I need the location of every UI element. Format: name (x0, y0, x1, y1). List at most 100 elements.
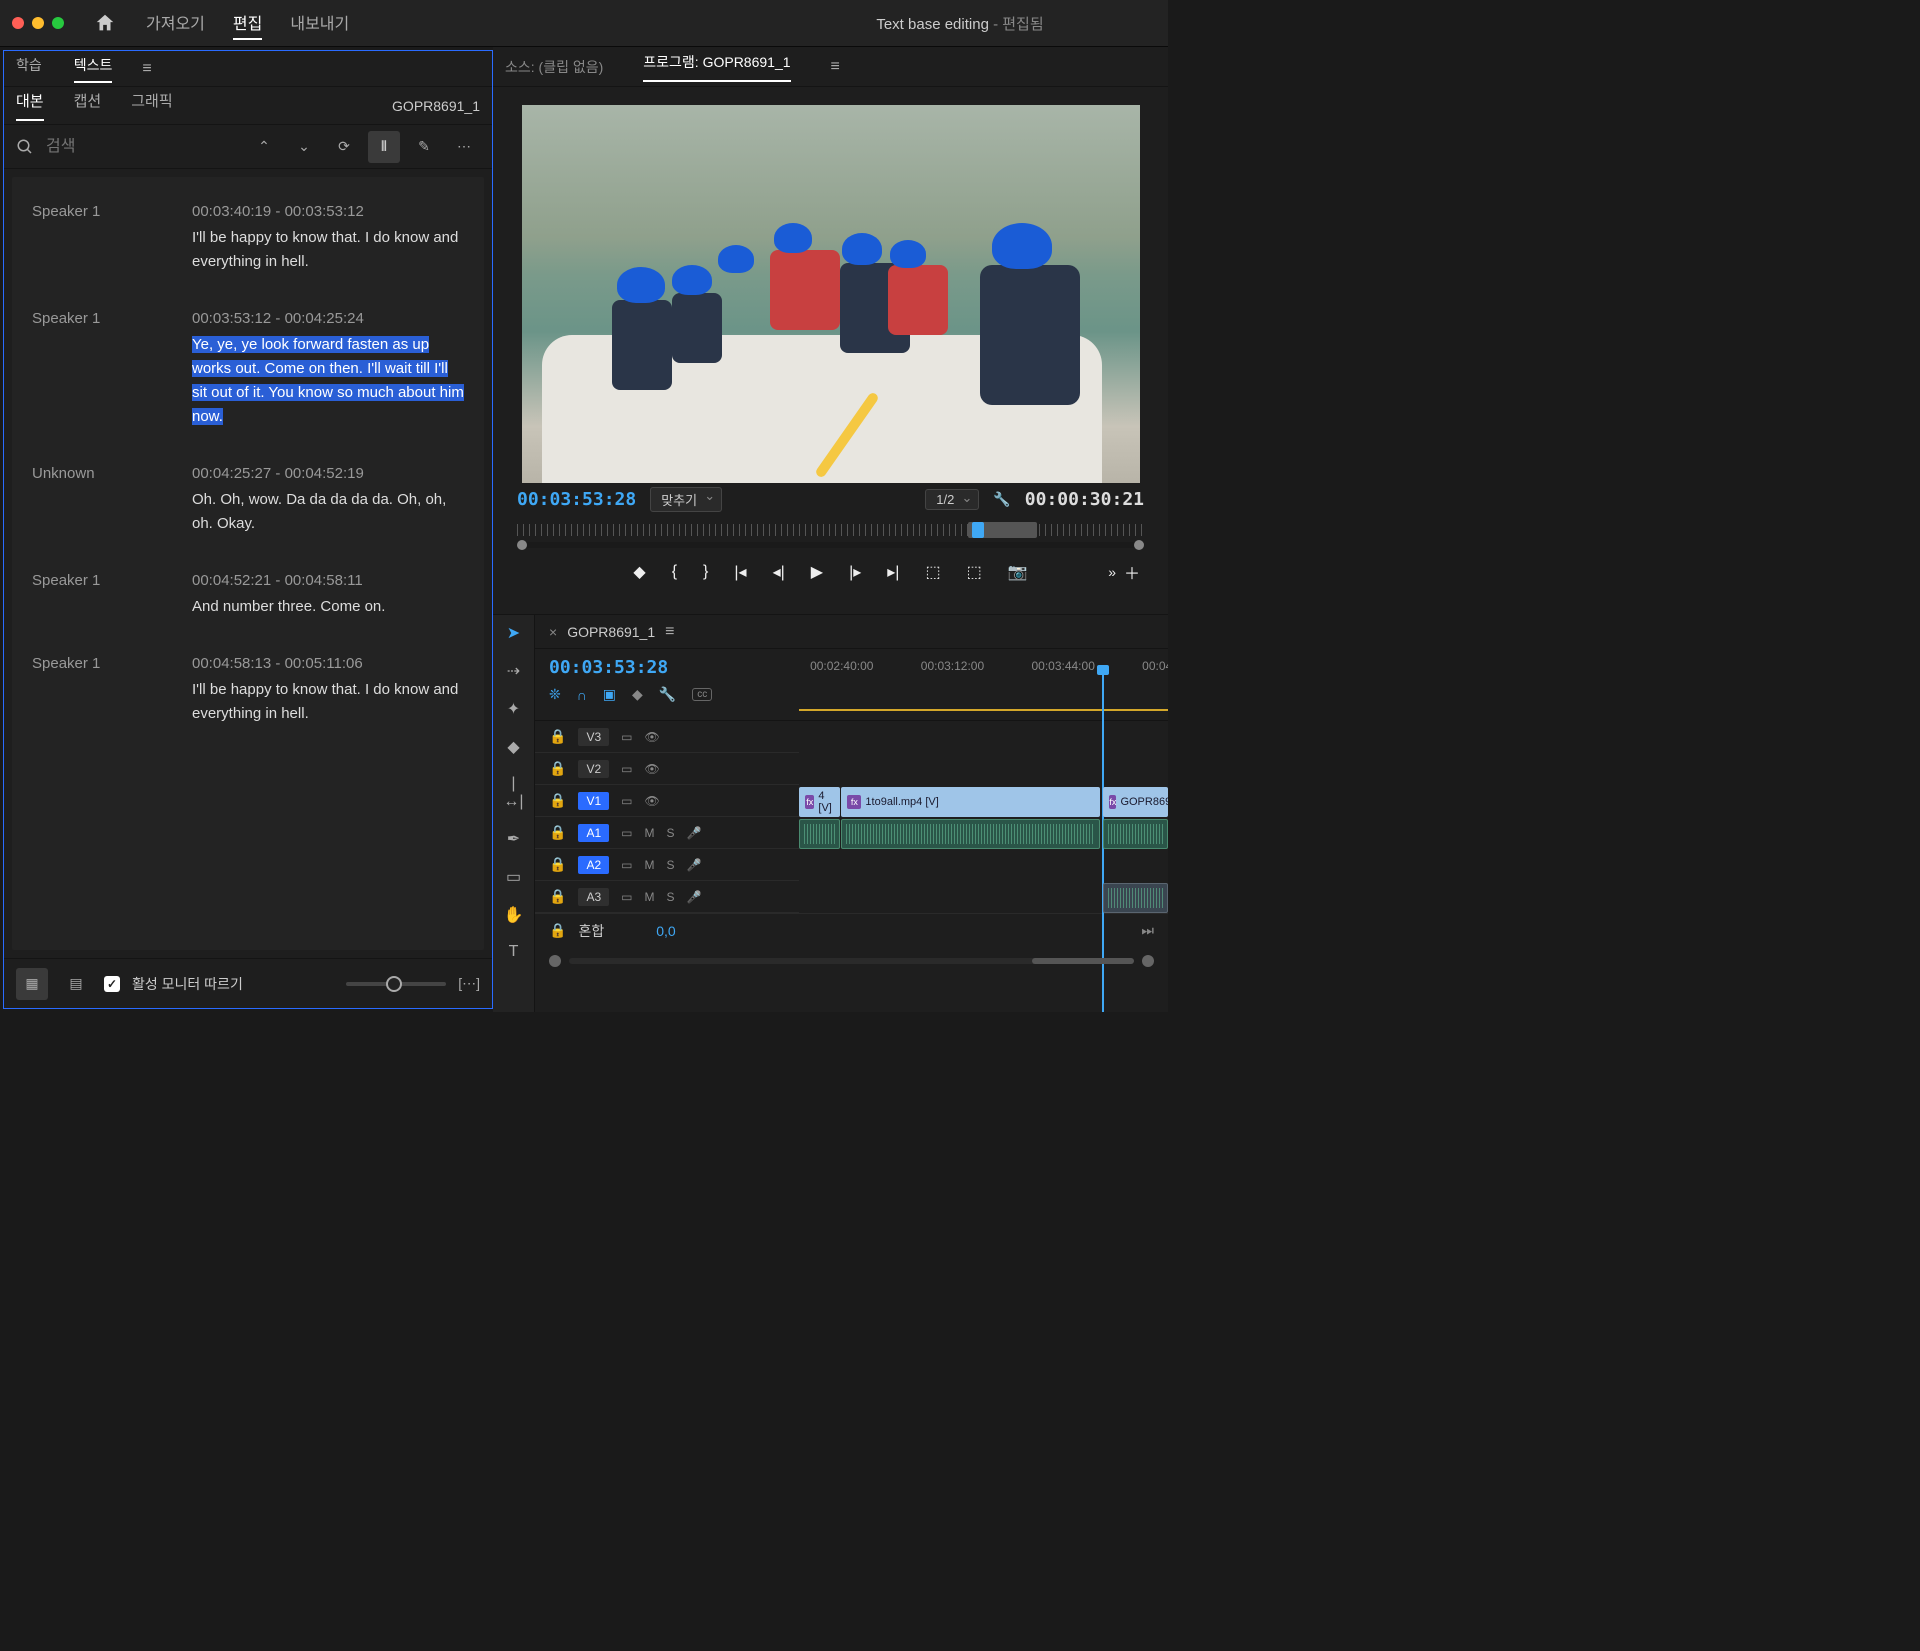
timeline-menu-icon[interactable]: ≡ (665, 623, 674, 641)
settings-icon[interactable]: 🔧 (993, 491, 1010, 508)
pause-words-icon[interactable]: ⦀ (368, 131, 400, 163)
rectangle-tool-icon[interactable]: ▭ (502, 867, 526, 887)
sequence-name[interactable]: GOPR8691_1 (567, 624, 655, 640)
speaker-label[interactable]: Speaker 1 (32, 572, 172, 619)
current-timecode[interactable]: 00:03:53:28 (517, 489, 636, 510)
solo-icon[interactable]: S (666, 890, 674, 904)
more-icon[interactable]: ⋯ (448, 131, 480, 163)
settings-tl-icon[interactable]: 🔧 (659, 686, 676, 703)
monitor-scrubber[interactable] (517, 520, 1144, 548)
video-clip[interactable]: fx1to9all.mp4 [V] (841, 787, 1099, 817)
sync-lock-icon[interactable]: ▭ (621, 826, 632, 840)
marker-tl-icon[interactable]: ◆ (632, 686, 643, 703)
speaker-label[interactable]: Unknown (32, 465, 172, 536)
program-monitor-tab[interactable]: 프로그램: GOPR8691_1 (643, 52, 790, 82)
sync-lock-icon[interactable]: ▭ (621, 794, 632, 808)
minimize-window-button[interactable] (32, 17, 44, 29)
go-to-out-icon[interactable]: ▸| (887, 562, 899, 582)
transcript-entry[interactable]: Unknown 00:04:25:27 - 00:04:52:19 Oh. Oh… (12, 447, 484, 554)
panel-tab-learn[interactable]: 학습 (16, 55, 42, 83)
view-mode-1-icon[interactable]: ▦ (16, 968, 48, 1000)
maximize-window-button[interactable] (52, 17, 64, 29)
button-editor-icon[interactable]: » (1108, 564, 1116, 580)
lock-icon[interactable]: 🔒 (549, 856, 566, 873)
razor-tool-icon[interactable]: ◆ (502, 737, 526, 757)
transcript-text[interactable]: Oh. Oh, wow. Da da da da da. Oh, oh, oh.… (192, 488, 464, 536)
transcript-entry[interactable]: Speaker 1 00:03:53:12 - 00:04:25:24 Ye, … (12, 292, 484, 447)
subtab-caption[interactable]: 캡션 (74, 90, 102, 121)
lock-icon[interactable]: 🔒 (549, 792, 566, 809)
lock-icon[interactable]: 🔒 (549, 760, 566, 777)
footer-options-icon[interactable]: [⋯] (458, 975, 480, 992)
edit-icon[interactable]: ✎ (408, 131, 440, 163)
export-frame-icon[interactable]: 📷 (1008, 562, 1028, 582)
voiceover-icon[interactable]: 🎤 (686, 826, 701, 840)
sync-lock-icon[interactable]: ▭ (621, 762, 632, 776)
speaker-label[interactable]: Speaker 1 (32, 310, 172, 429)
fit-dropdown[interactable]: 맞추기 (650, 487, 722, 512)
video-clip[interactable]: fxGOPR8691_ (1103, 787, 1168, 817)
marker-icon[interactable]: ◆ (633, 562, 645, 582)
ripple-tool-icon[interactable]: ✦ (502, 699, 526, 719)
track-toggle[interactable]: V3 (578, 728, 609, 746)
track-toggle[interactable]: A3 (578, 888, 609, 906)
play-icon[interactable]: ▶ (811, 562, 823, 582)
refresh-icon[interactable]: ⟳ (328, 131, 360, 163)
timeline-timecode[interactable]: 00:03:53:28 (549, 657, 785, 678)
lift-icon[interactable]: ⬚ (925, 562, 940, 582)
snap-icon[interactable]: ❊ (549, 686, 561, 703)
type-tool-icon[interactable]: T (502, 943, 526, 961)
transcript-entry[interactable]: Speaker 1 00:04:52:21 - 00:04:58:11 And … (12, 554, 484, 637)
follow-monitor-checkbox[interactable]: ✓ (104, 976, 120, 992)
tab-import[interactable]: 가져오기 (146, 6, 205, 40)
transcript-timecode[interactable]: 00:03:53:12 - 00:04:25:24 (192, 310, 464, 327)
track-toggle[interactable]: V1 (578, 792, 609, 810)
track-content[interactable]: fx4 [V] fx1to9all.mp4 [V] fxGOPR8691_ (799, 721, 1168, 913)
hand-tool-icon[interactable]: ✋ (502, 905, 526, 925)
speaker-label[interactable]: Speaker 1 (32, 203, 172, 274)
audio-clip[interactable] (841, 819, 1099, 849)
visibility-icon[interactable]: 👁 (644, 730, 659, 744)
speaker-label[interactable]: Speaker 1 (32, 655, 172, 726)
audio-clip[interactable] (1103, 819, 1168, 849)
transcript-entry[interactable]: Speaker 1 00:04:58:13 - 00:05:11:06 I'll… (12, 637, 484, 744)
timeline-ruler[interactable]: 00:02:40:0000:03:12:0000:03:44:0000:04:1… (799, 649, 1168, 720)
track-select-tool-icon[interactable]: ⇢ (502, 661, 526, 681)
panel-tab-text[interactable]: 텍스트 (74, 55, 113, 83)
transcript-text[interactable]: And number three. Come on. (192, 595, 464, 619)
audio-clip[interactable] (799, 819, 840, 849)
subtab-transcript[interactable]: 대본 (16, 90, 44, 121)
slip-tool-icon[interactable]: |↔| (502, 775, 526, 811)
transcript-timecode[interactable]: 00:03:40:19 - 00:03:53:12 (192, 203, 464, 220)
home-icon[interactable] (94, 12, 116, 34)
transcript-entry[interactable]: Speaker 1 00:03:40:19 - 00:03:53:12 I'll… (12, 185, 484, 292)
mix-value[interactable]: 0,0 (656, 923, 675, 939)
step-back-icon[interactable]: ◂| (773, 562, 785, 582)
mix-lock-icon[interactable]: 🔒 (549, 922, 566, 939)
close-window-button[interactable] (12, 17, 24, 29)
search-icon[interactable] (16, 138, 34, 156)
track-toggle[interactable]: V2 (578, 760, 609, 778)
cc-icon[interactable]: cc (692, 688, 712, 701)
go-to-in-icon[interactable]: |◂ (734, 562, 746, 582)
transcript-timecode[interactable]: 00:04:25:27 - 00:04:52:19 (192, 465, 464, 482)
step-forward-icon[interactable]: |▸ (849, 562, 861, 582)
video-clip[interactable]: fx4 [V] (799, 787, 840, 817)
next-result-icon[interactable]: ⌄ (288, 131, 320, 163)
lock-icon[interactable]: 🔒 (549, 728, 566, 745)
transcript-timecode[interactable]: 00:04:58:13 - 00:05:11:06 (192, 655, 464, 672)
sync-lock-icon[interactable]: ▭ (621, 730, 632, 744)
tab-export[interactable]: 내보내기 (290, 6, 349, 40)
monitor-menu-icon[interactable]: ≡ (831, 58, 840, 76)
track-toggle[interactable]: A1 (578, 824, 609, 842)
sync-lock-icon[interactable]: ▭ (621, 858, 632, 872)
prev-result-icon[interactable]: ⌃ (248, 131, 280, 163)
mute-icon[interactable]: M (644, 826, 654, 840)
transcript-text[interactable]: I'll be happy to know that. I do know an… (192, 678, 464, 726)
panel-menu-icon[interactable]: ≡ (142, 60, 151, 78)
timeline-scrollbar[interactable] (535, 951, 1168, 971)
track-toggle[interactable]: A2 (578, 856, 609, 874)
audio-clip[interactable] (1103, 883, 1168, 913)
magnet-icon[interactable]: ∩ (577, 687, 587, 703)
extract-icon[interactable]: ⬚ (967, 562, 982, 582)
